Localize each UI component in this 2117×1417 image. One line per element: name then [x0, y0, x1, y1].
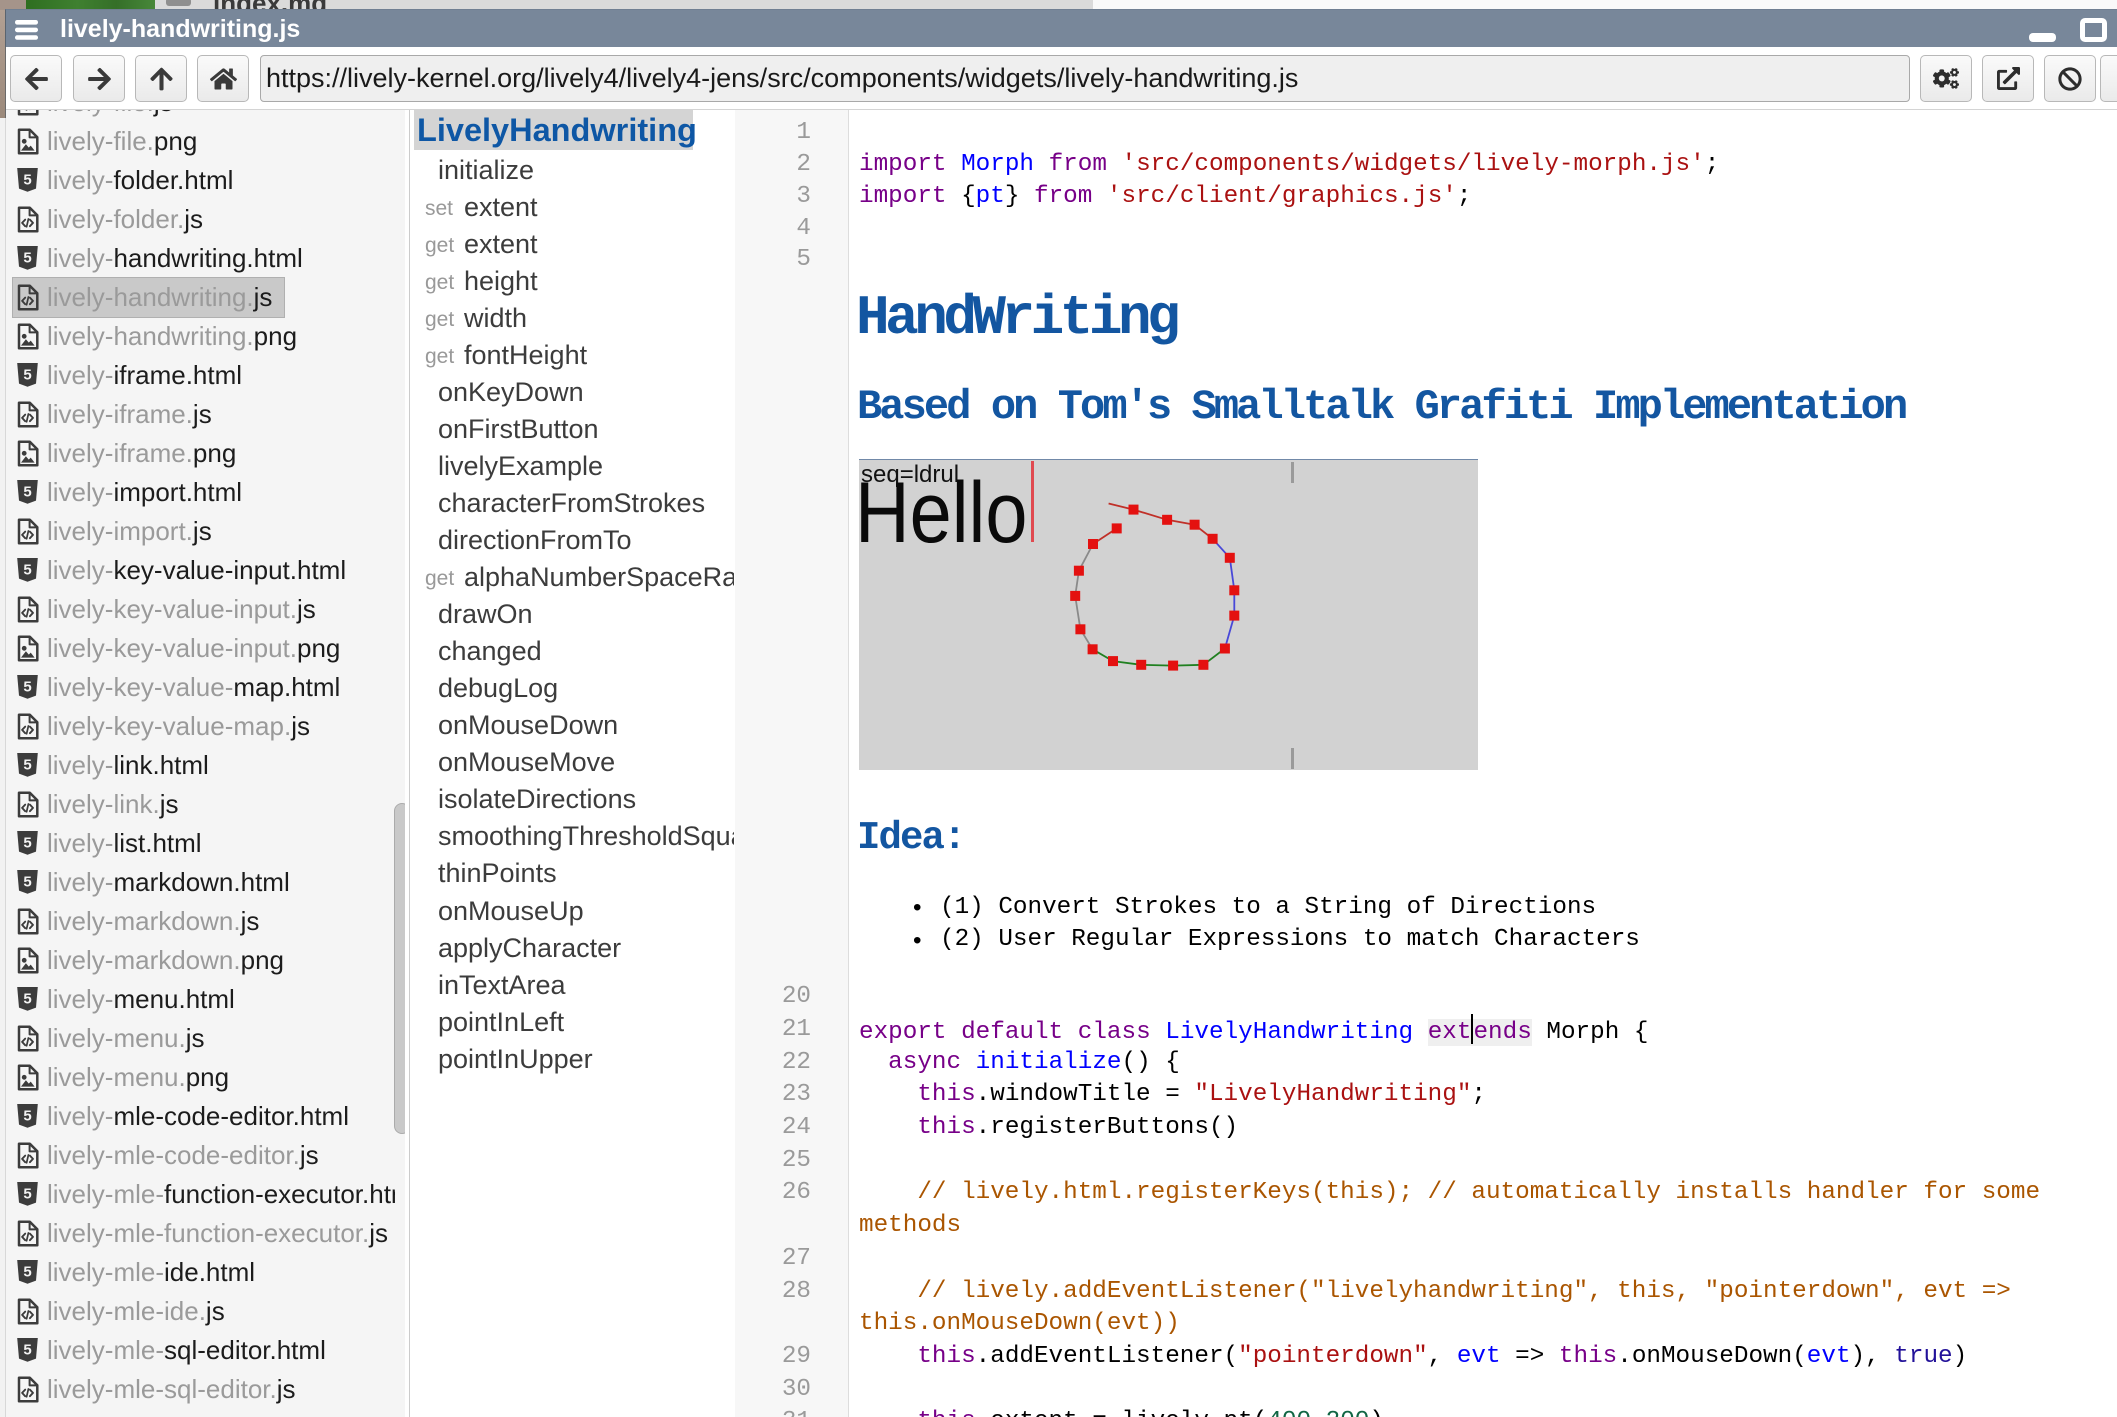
svg-text:5: 5: [23, 250, 31, 267]
svg-text:5: 5: [23, 1186, 31, 1203]
svg-text:5: 5: [23, 874, 31, 891]
svg-text:5: 5: [23, 1342, 31, 1359]
svg-text:5: 5: [23, 679, 31, 696]
svg-text:5: 5: [23, 367, 31, 384]
svg-text:5: 5: [23, 835, 31, 852]
svg-text:5: 5: [23, 757, 31, 774]
svg-text:5: 5: [23, 562, 31, 579]
svg-text:5: 5: [23, 1108, 31, 1125]
svg-text:5: 5: [23, 172, 31, 189]
svg-text:5: 5: [23, 991, 31, 1008]
svg-text:5: 5: [23, 1264, 31, 1281]
svg-text:5: 5: [23, 484, 31, 501]
